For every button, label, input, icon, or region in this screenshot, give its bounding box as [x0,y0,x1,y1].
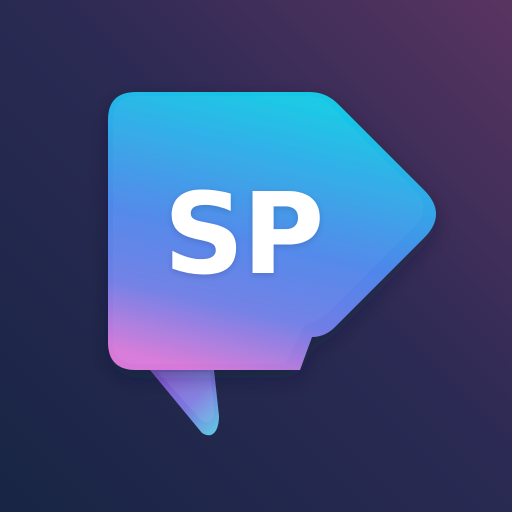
app-icon-canvas: SP [0,0,512,512]
monogram-label: SP [163,170,325,300]
